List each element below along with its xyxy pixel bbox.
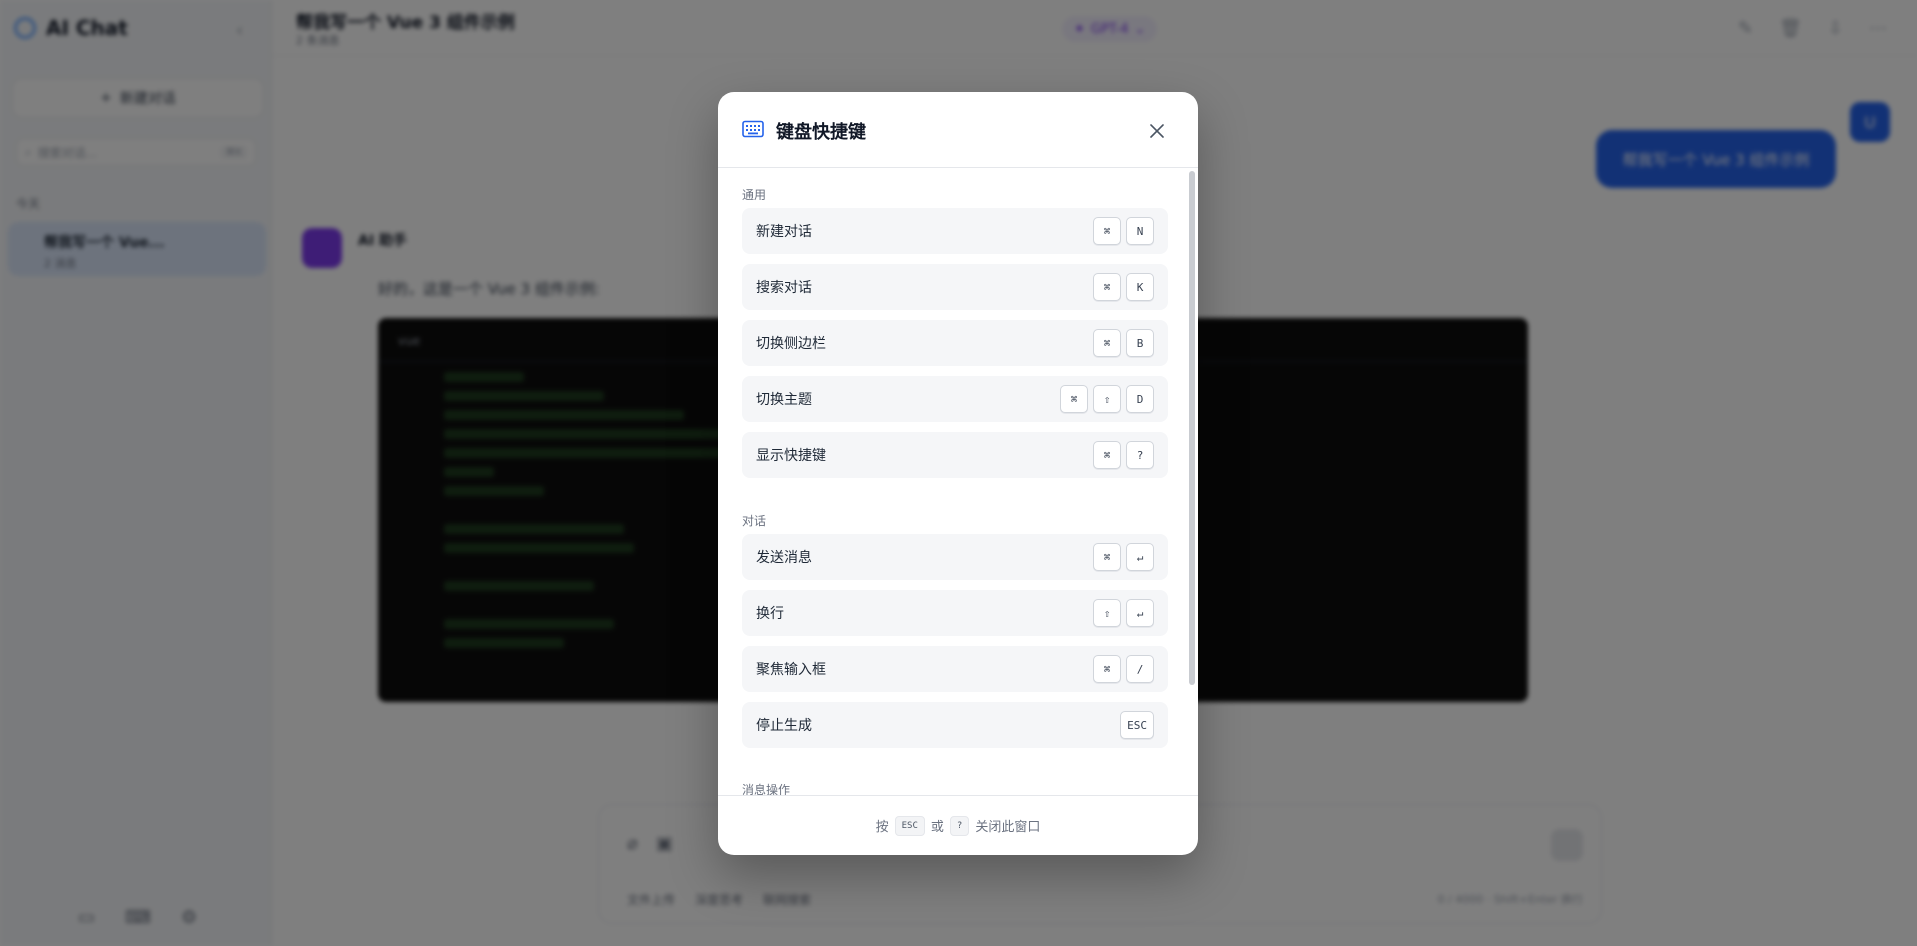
footer-or: 或 [930,820,944,835]
key-cap: B [1126,329,1154,357]
footer-suffix: 关闭此窗口 [975,820,1041,835]
section-label-message-actions: 消息操作 [742,783,791,795]
section-label-general: 通用 [742,188,767,202]
modal-title: 键盘快捷键 [776,122,866,143]
key-cap: ↵ [1126,543,1154,571]
section-label-chat: 对话 [742,514,767,528]
shortcut-row-toggle-theme: 切换主题 ⌘ ⇧ D [742,376,1168,422]
shortcut-label: 切换主题 [756,392,812,408]
key-cap: ⌘ [1093,543,1121,571]
key-cap: ⌘ [1093,217,1121,245]
shortcut-keys: ⌘ ⇧ D [1060,385,1154,413]
shortcut-label: 停止生成 [756,718,812,734]
keyboard-icon [742,120,764,138]
close-icon [1150,124,1164,138]
key-cap: N [1126,217,1154,245]
shortcut-label: 搜索对话 [756,280,812,296]
footer-prefix: 按 [875,820,889,835]
shortcut-label: 切换侧边栏 [756,336,826,352]
shortcut-row-focus-input: 聚焦输入框 ⌘ / [742,646,1168,692]
key-cap: ⌘ [1093,273,1121,301]
shortcuts-modal: 键盘快捷键 通用 新建对话 ⌘ N 搜索对话 ⌘ K 切换侧边栏 ⌘ B 切换主… [718,92,1198,855]
key-cap: ⇧ [1093,599,1121,627]
shortcut-row-newline: 换行 ⇧ ↵ [742,590,1168,636]
shortcut-row-new-chat: 新建对话 ⌘ N [742,208,1168,254]
shortcut-keys: ⌘ / [1093,655,1154,683]
key-cap: / [1126,655,1154,683]
shortcut-row-show-shortcuts: 显示快捷键 ⌘ ? [742,432,1168,478]
footer-key-esc: ESC [894,815,925,836]
scrollbar-thumb[interactable] [1189,171,1195,685]
shortcut-keys: ⌘ ↵ [1093,543,1154,571]
shortcut-keys: ESC [1120,711,1154,739]
key-cap: ⌘ [1093,655,1121,683]
shortcut-list[interactable]: 通用 新建对话 ⌘ N 搜索对话 ⌘ K 切换侧边栏 ⌘ B 切换主题 ⌘ ⇧ … [718,169,1198,795]
shortcut-row-search: 搜索对话 ⌘ K [742,264,1168,310]
key-cap: ⌘ [1093,329,1121,357]
close-button[interactable] [1142,116,1172,146]
shortcut-label: 新建对话 [756,224,812,240]
key-cap: K [1126,273,1154,301]
modal-footer: 按 ESC 或 ? 关闭此窗口 [718,795,1198,855]
key-cap: ? [1126,441,1154,469]
key-cap: ⌘ [1093,441,1121,469]
key-cap: D [1126,385,1154,413]
scrollbar[interactable] [1189,171,1195,791]
shortcut-label: 聚焦输入框 [756,662,826,678]
shortcut-row-send: 发送消息 ⌘ ↵ [742,534,1168,580]
key-cap: ⌘ [1060,385,1088,413]
shortcut-keys: ⌘ K [1093,273,1154,301]
modal-header: 键盘快捷键 [718,92,1198,168]
key-cap: ⇧ [1093,385,1121,413]
key-cap: ESC [1120,711,1154,739]
shortcut-row-stop: 停止生成 ESC [742,702,1168,748]
footer-key-question: ? [949,815,970,836]
shortcut-row-toggle-sidebar: 切换侧边栏 ⌘ B [742,320,1168,366]
shortcut-keys: ⌘ N [1093,217,1154,245]
shortcut-keys: ⇧ ↵ [1093,599,1154,627]
shortcut-label: 换行 [756,606,784,622]
shortcut-label: 发送消息 [756,550,812,566]
shortcut-label: 显示快捷键 [756,448,826,464]
shortcut-keys: ⌘ ? [1093,441,1154,469]
shortcut-keys: ⌘ B [1093,329,1154,357]
key-cap: ↵ [1126,599,1154,627]
